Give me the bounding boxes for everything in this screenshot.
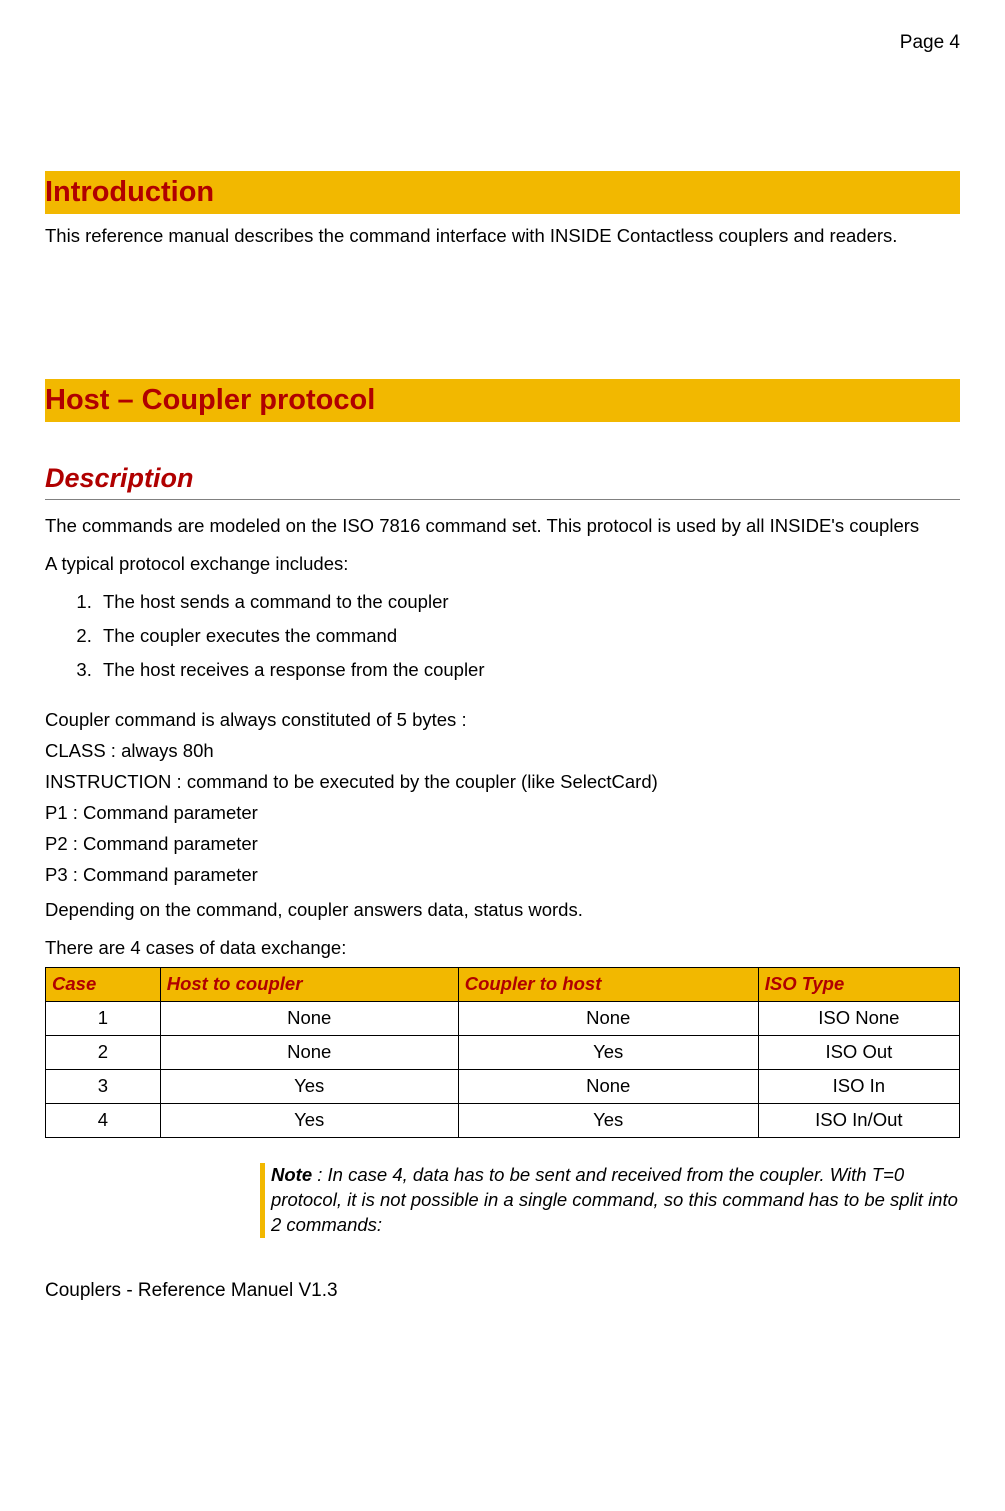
- list-item: The host sends a command to the coupler: [97, 590, 960, 615]
- note-block: Note : In case 4, data has to be sent an…: [260, 1163, 960, 1238]
- text-line: P2 : Command parameter: [45, 832, 960, 857]
- table-cell: Yes: [458, 1035, 758, 1069]
- table-header-row: Case Host to coupler Coupler to host ISO…: [46, 967, 960, 1001]
- table-row: 1 None None ISO None: [46, 1001, 960, 1035]
- description-p2: A typical protocol exchange includes:: [45, 552, 960, 577]
- table-row: 3 Yes None ISO In: [46, 1069, 960, 1103]
- table-header: Case: [46, 967, 161, 1001]
- command-bytes-block: Coupler command is always constituted of…: [45, 708, 960, 888]
- table-header: Coupler to host: [458, 967, 758, 1001]
- table-cell: 2: [46, 1035, 161, 1069]
- text-line: Coupler command is always constituted of…: [45, 708, 960, 733]
- table-cell: 1: [46, 1001, 161, 1035]
- section-heading-protocol: Host – Coupler protocol: [45, 381, 960, 420]
- text-line: CLASS : always 80h: [45, 739, 960, 764]
- table-cell: 3: [46, 1069, 161, 1103]
- subsection-description: Description: [45, 460, 960, 500]
- text-line: P3 : Command parameter: [45, 863, 960, 888]
- intro-paragraph: This reference manual describes the comm…: [45, 224, 960, 249]
- section-heading-introduction: Introduction: [45, 173, 960, 212]
- footer-text: Couplers - Reference Manuel V1.3: [45, 1278, 960, 1304]
- table-cell: Yes: [458, 1103, 758, 1137]
- section-heading-bar: Host – Coupler protocol: [45, 379, 960, 422]
- table-cell: None: [458, 1001, 758, 1035]
- table-row: 4 Yes Yes ISO In/Out: [46, 1103, 960, 1137]
- description-p3: Depending on the command, coupler answer…: [45, 898, 960, 923]
- description-p4: There are 4 cases of data exchange:: [45, 936, 960, 961]
- text-line: INSTRUCTION : command to be executed by …: [45, 770, 960, 795]
- note-label: Note: [271, 1164, 312, 1185]
- table-cell: ISO None: [758, 1001, 959, 1035]
- table-cell: Yes: [160, 1069, 458, 1103]
- list-item: The host receives a response from the co…: [97, 658, 960, 683]
- description-p1: The commands are modeled on the ISO 7816…: [45, 514, 960, 539]
- text-line: P1 : Command parameter: [45, 801, 960, 826]
- table-row: 2 None Yes ISO Out: [46, 1035, 960, 1069]
- table-cell: 4: [46, 1103, 161, 1137]
- table-cell: ISO In: [758, 1069, 959, 1103]
- table-header: ISO Type: [758, 967, 959, 1001]
- table-cell: None: [160, 1001, 458, 1035]
- table-cell: None: [458, 1069, 758, 1103]
- protocol-steps-list: The host sends a command to the coupler …: [97, 590, 960, 683]
- data-exchange-table: Case Host to coupler Coupler to host ISO…: [45, 967, 960, 1138]
- note-text: : In case 4, data has to be sent and rec…: [271, 1164, 958, 1235]
- list-item: The coupler executes the command: [97, 624, 960, 649]
- table-cell: ISO Out: [758, 1035, 959, 1069]
- section-heading-bar: Introduction: [45, 171, 960, 214]
- table-cell: ISO In/Out: [758, 1103, 959, 1137]
- table-cell: None: [160, 1035, 458, 1069]
- page-number: Page 4: [45, 30, 960, 56]
- table-cell: Yes: [160, 1103, 458, 1137]
- table-header: Host to coupler: [160, 967, 458, 1001]
